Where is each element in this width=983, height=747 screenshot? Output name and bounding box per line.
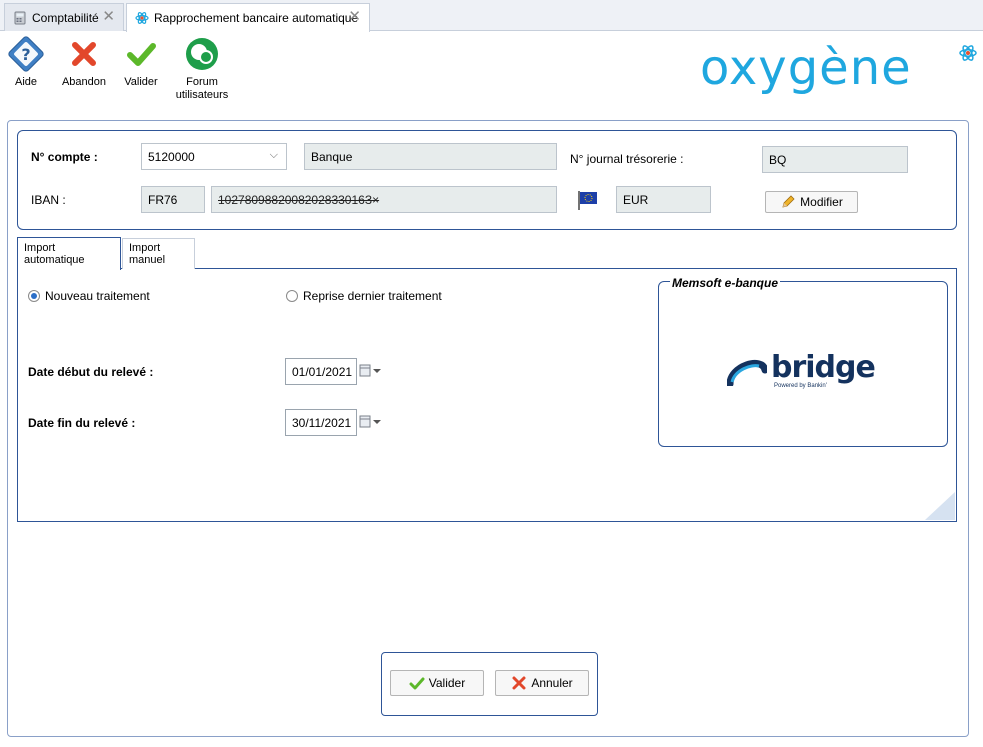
validate-button-label: Valider	[428, 676, 466, 690]
checkmark-icon	[409, 677, 425, 690]
calendar-dropdown-icon[interactable]	[359, 364, 383, 378]
account-name-field: Banque	[304, 143, 557, 170]
radio-resume-treatment[interactable]: Reprise dernier traitement	[286, 289, 442, 303]
currency-field: EUR	[616, 186, 711, 213]
validate-label: Valider	[124, 76, 158, 88]
close-icon[interactable]: ✕	[348, 9, 361, 24]
forum-label-1: Forum	[186, 76, 218, 88]
help-icon: ?	[8, 36, 44, 72]
abandon-label: Abandon	[61, 76, 107, 88]
account-name-value: Banque	[311, 149, 353, 164]
date-start-input[interactable]: 01/01/2021	[285, 358, 357, 385]
journal-field: BQ	[762, 146, 908, 173]
help-button[interactable]: ? Aide	[6, 36, 46, 89]
tab-label: Rapprochement bancaire automatique	[154, 11, 359, 25]
help-label: Aide	[14, 76, 38, 88]
journal-value: BQ	[769, 152, 787, 167]
cancel-button-label: Annuler	[531, 676, 573, 690]
cross-icon	[72, 42, 96, 66]
journal-label: N° journal trésorerie :	[570, 152, 684, 166]
atom-icon	[135, 12, 149, 24]
cancel-button[interactable]: Annuler	[495, 670, 589, 696]
radio-new-label: Nouveau traitement	[45, 289, 150, 303]
date-end-label: Date fin du relevé :	[28, 416, 136, 430]
calculator-icon	[14, 11, 26, 24]
forum-button[interactable]: Forum utilisateurs	[172, 36, 232, 102]
cross-icon	[512, 676, 526, 690]
validate-toolbar-button[interactable]: Valider	[120, 36, 162, 89]
calendar-dropdown-icon[interactable]	[359, 415, 383, 429]
iban-label: IBAN :	[31, 193, 66, 207]
account-combobox[interactable]: 5120000 ⌵	[141, 143, 287, 170]
tab-rapprochement[interactable]: Rapprochement bancaire automatique ✕	[126, 3, 370, 32]
iban-country-value: FR76	[148, 192, 178, 207]
bridge-wordmark: bridge	[771, 350, 876, 385]
tab-comptabilite[interactable]: Comptabilité ✕	[4, 3, 124, 31]
tab-label: Import manuel	[129, 242, 166, 266]
atom-logo-icon	[959, 45, 977, 61]
iban-number-field: 1027809882008202833016З×	[211, 186, 557, 213]
abandon-button[interactable]: Abandon	[58, 36, 110, 89]
account-label: N° compte :	[31, 150, 98, 164]
date-start-value: 01/01/2021	[292, 364, 353, 379]
checkmark-icon	[127, 43, 156, 66]
account-value: 5120000	[148, 149, 195, 164]
radio-selected-icon[interactable]	[28, 290, 40, 302]
modify-label: Modifier	[800, 195, 843, 209]
tab-import-manuel[interactable]: Import manuel	[122, 238, 195, 269]
eu-flag-icon	[578, 191, 597, 210]
forum-label-2: utilisateurs	[175, 89, 229, 101]
resize-grip-icon	[925, 492, 955, 520]
tab-import-automatique[interactable]: Import automatique	[17, 237, 121, 270]
radio-new-treatment[interactable]: Nouveau traitement	[28, 289, 150, 303]
pencil-icon	[782, 195, 795, 208]
oxygene-logo: oxygène	[700, 40, 912, 96]
close-icon[interactable]: ✕	[102, 9, 115, 24]
tab-label: Comptabilité	[32, 10, 99, 25]
ebank-group-title: Memsoft e-banque	[670, 276, 781, 290]
modify-button[interactable]: Modifier	[765, 191, 858, 213]
svg-text:?: ?	[21, 45, 30, 64]
iban-country-field: FR76	[141, 186, 205, 213]
forum-chat-icon	[186, 38, 218, 70]
validate-button[interactable]: Valider	[390, 670, 484, 696]
date-end-input[interactable]: 30/11/2021	[285, 409, 357, 436]
chevron-down-icon[interactable]: ⌵	[270, 149, 278, 162]
currency-value: EUR	[623, 192, 649, 207]
date-end-value: 30/11/2021	[292, 415, 352, 430]
tab-label: Import automatique	[24, 242, 85, 266]
iban-number-value: 1027809882008202833016З×	[218, 192, 380, 207]
bridge-logo[interactable]: bridge Powered by Bankin'	[727, 350, 876, 389]
radio-resume-label: Reprise dernier traitement	[303, 289, 442, 303]
bridge-arc-icon	[727, 359, 767, 386]
date-start-label: Date début du relevé :	[28, 365, 154, 379]
radio-unselected-icon[interactable]	[286, 290, 298, 302]
tab-join	[18, 267, 120, 270]
